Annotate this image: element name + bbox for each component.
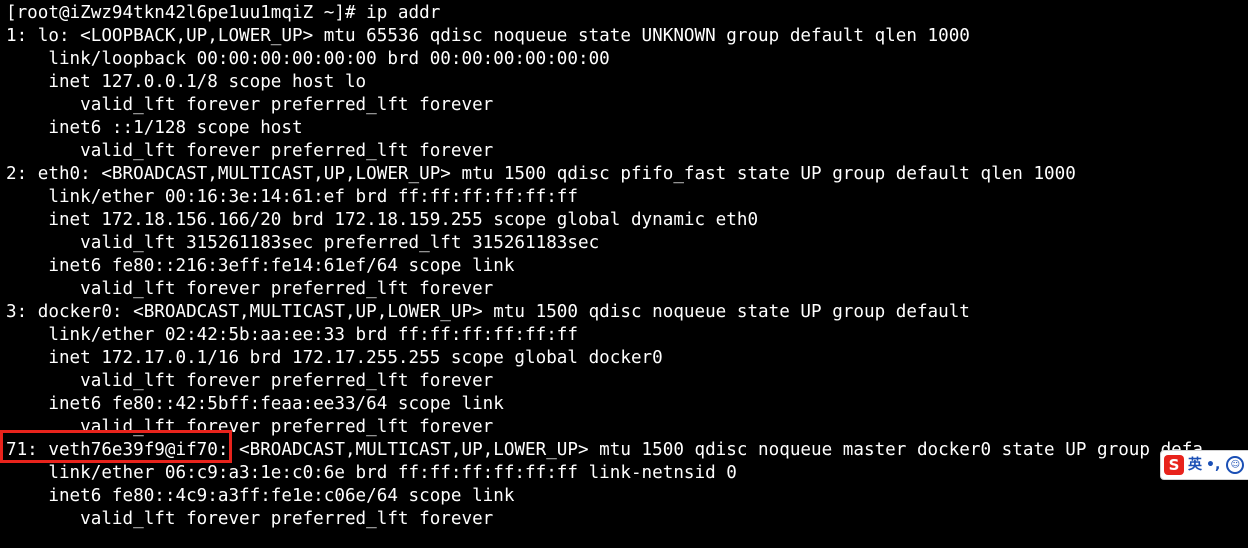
iface-veth-link: link/ether 06:c9:a3:1e:c0:6e brd ff:ff:f…	[6, 463, 737, 483]
iface-docker0-inet-lft: valid_lft forever preferred_lft forever	[6, 371, 494, 391]
iface-lo-inet-lft: valid_lft forever preferred_lft forever	[6, 95, 494, 115]
iface-eth0-link: link/ether 00:16:3e:14:61:ef brd ff:ff:f…	[6, 187, 578, 207]
iface-lo-inet: inet 127.0.0.1/8 scope host lo	[6, 72, 367, 92]
iface-docker0-inet6: inet6 fe80::42:5bff:feaa:ee33/64 scope l…	[6, 394, 504, 414]
iface-eth0-header: 2: eth0: <BROADCAST,MULTICAST,UP,LOWER_U…	[6, 164, 1076, 184]
iface-lo-header: 1: lo: <LOOPBACK,UP,LOWER_UP> mtu 65536 …	[6, 26, 970, 46]
iface-docker0-header: 3: docker0: <BROADCAST,MULTICAST,UP,LOWE…	[6, 302, 970, 322]
ime-toolbar[interactable]: S 英 •, ☺	[1160, 450, 1248, 480]
iface-lo-inet6: inet6 ::1/128 scope host	[6, 118, 303, 138]
iface-veth-header: 71: veth76e39f9@if70: <BROADCAST,MULTICA…	[6, 440, 1203, 460]
iface-veth-inet6: inet6 fe80::4c9:a3ff:fe1e:c06e/64 scope …	[6, 486, 515, 506]
emoji-icon[interactable]: ☺	[1226, 456, 1245, 474]
iface-eth0-inet6: inet6 fe80::216:3eff:fe14:61ef/64 scope …	[6, 256, 515, 276]
iface-eth0-inet-lft: valid_lft 315261183sec preferred_lft 315…	[6, 233, 600, 253]
iface-eth0-inet: inet 172.18.156.166/20 brd 172.18.159.25…	[6, 210, 759, 230]
iface-docker0-inet: inet 172.17.0.1/16 brd 172.17.255.255 sc…	[6, 348, 663, 368]
iface-eth0-inet6-lft: valid_lft forever preferred_lft forever	[6, 279, 494, 299]
iface-lo-inet6-lft: valid_lft forever preferred_lft forever	[6, 141, 494, 161]
iface-veth-inet6-lft: valid_lft forever preferred_lft forever	[6, 509, 494, 529]
terminal-window[interactable]: [root@iZwz94tkn42l6pe1uu1mqiZ ~]# ip add…	[0, 0, 1248, 548]
iface-docker0-inet6-lft: valid_lft forever preferred_lft forever	[6, 417, 494, 437]
shell-prompt-line: [root@iZwz94tkn42l6pe1uu1mqiZ ~]# ip add…	[6, 3, 441, 23]
iface-docker0-link: link/ether 02:42:5b:aa:ee:33 brd ff:ff:f…	[6, 325, 578, 345]
ime-punctuation-toggle[interactable]: •,	[1206, 454, 1220, 477]
iface-lo-link: link/loopback 00:00:00:00:00:00 brd 00:0…	[6, 49, 610, 69]
ime-logo-icon[interactable]: S	[1164, 455, 1184, 475]
ime-language-toggle[interactable]: 英	[1188, 454, 1202, 477]
